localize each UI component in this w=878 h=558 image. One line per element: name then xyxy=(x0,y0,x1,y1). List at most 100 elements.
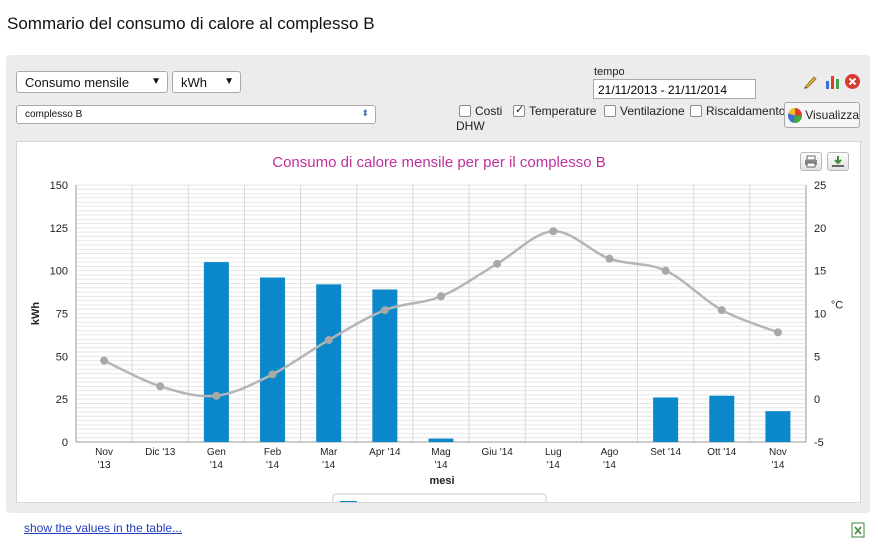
temperature-point xyxy=(324,336,333,345)
y-tick-label: 150 xyxy=(50,180,68,192)
y2-tick-label: -5 xyxy=(814,437,824,449)
x-tick-label: '14 xyxy=(322,460,335,471)
checkbox-label-ventilazione: Ventilazione xyxy=(620,104,685,118)
x-tick-label: Ott '14 xyxy=(707,447,737,458)
y-axis-label: kWh xyxy=(30,302,42,326)
x-tick-label: Dic '13 xyxy=(145,447,176,458)
download-icon xyxy=(832,156,844,167)
close-icon[interactable] xyxy=(844,73,861,90)
temperature-point xyxy=(437,292,445,301)
pie-chart-icon xyxy=(788,107,803,123)
temperature-point xyxy=(605,254,614,263)
checkbox-label-riscaldamento: Riscaldamento xyxy=(706,104,786,118)
temperature-point xyxy=(493,259,502,268)
site-select-value: complesso B xyxy=(25,109,83,120)
chart-bar xyxy=(653,397,679,442)
y2-axis-label: °C xyxy=(831,300,843,312)
temperature-point xyxy=(100,356,109,365)
x-tick-label: Feb xyxy=(264,447,282,458)
visualize-button[interactable]: Visualizza xyxy=(784,102,860,128)
unit-select-value: kWh xyxy=(181,75,207,90)
y-tick-label: 50 xyxy=(56,351,68,363)
checkbox-box[interactable] xyxy=(459,105,471,117)
chart-title: Consumo di calore mensile per per il com… xyxy=(272,154,605,171)
dhw-label: DHW xyxy=(456,119,485,133)
y2-tick-label: 10 xyxy=(814,309,826,321)
temperature-point xyxy=(661,266,670,275)
y-tick-label: 25 xyxy=(56,394,68,406)
x-tick-label: '14 xyxy=(603,460,616,471)
chart-bar xyxy=(428,438,454,442)
temperature-point xyxy=(717,306,726,315)
x-tick-label: '13 xyxy=(98,460,111,471)
chart-container: 0 25 50 75 100 125 150 -5 0 5 10 15 20 25 Nov '13 Dic '1… xyxy=(16,141,861,503)
page-title: Sommario del consumo di calore al comple… xyxy=(7,14,375,33)
excel-icon[interactable] xyxy=(851,522,865,538)
legend-line-marker xyxy=(427,503,434,504)
x-tick-label: Gen xyxy=(207,447,226,458)
temperature-point xyxy=(549,227,558,236)
checkbox-box[interactable] xyxy=(604,105,616,117)
x-tick-label: Mar xyxy=(320,447,338,458)
temperature-point xyxy=(268,370,277,379)
chart-svg: 0 25 50 75 100 125 150 -5 0 5 10 15 20 25 Nov '13 Dic '1… xyxy=(30,154,843,504)
temperature-point xyxy=(212,391,221,400)
visualize-button-label: Visualizza xyxy=(805,108,859,122)
checkbox-box-checked[interactable] xyxy=(513,103,525,117)
y-tick-label: 100 xyxy=(50,266,68,278)
y2-tick-label: 5 xyxy=(814,351,820,363)
period-select-value: Consumo mensile xyxy=(25,75,130,90)
y-tick-label: 75 xyxy=(56,309,68,321)
x-tick-label: Ago xyxy=(601,447,619,458)
x-tick-label: '14 xyxy=(210,460,223,471)
x-tick-label: '14 xyxy=(771,460,784,471)
x-tick-label: Nov xyxy=(769,447,787,458)
checkbox-label-temperature: Temperature xyxy=(529,104,597,118)
bar-chart-icon[interactable] xyxy=(824,73,841,90)
x-tick-label: Giu '14 xyxy=(481,447,513,458)
x-tick-label: Nov xyxy=(95,447,113,458)
temperature-point xyxy=(156,382,165,391)
chart-bar xyxy=(765,411,791,442)
checkbox-box[interactable] xyxy=(690,105,702,117)
y2-tick-label: 25 xyxy=(814,180,826,192)
checkbox-ventilazione[interactable]: Ventilazione xyxy=(604,104,685,118)
chart-bar xyxy=(203,262,229,442)
x-tick-label: Mag xyxy=(431,447,450,458)
print-icon xyxy=(805,155,817,168)
site-select[interactable]: complesso B ⬍ xyxy=(16,105,376,124)
unit-select[interactable]: kWh ▼ xyxy=(172,71,241,93)
chart-bar xyxy=(709,395,735,442)
checkbox-riscaldamento[interactable]: Riscaldamento xyxy=(690,104,785,118)
pencil-brush-icon[interactable] xyxy=(802,73,819,90)
checkbox-temperature[interactable]: Temperature xyxy=(513,103,597,118)
legend-bar-swatch xyxy=(340,501,357,502)
x-tick-label: '14 xyxy=(547,460,560,471)
download-button[interactable] xyxy=(827,152,849,171)
x-tick-label: '14 xyxy=(434,460,447,471)
select-arrow-icon: ▼ xyxy=(151,76,161,87)
y2-tick-label: 20 xyxy=(814,223,826,235)
checkbox-costi[interactable]: Costi xyxy=(459,104,502,118)
x-tick-label: Set '14 xyxy=(650,447,681,458)
temperature-point xyxy=(380,306,389,315)
print-button[interactable] xyxy=(800,152,822,171)
x-tick-label: Apr '14 xyxy=(369,447,401,458)
select-arrow-icon: ▼ xyxy=(224,76,234,87)
chart-bar xyxy=(260,277,286,442)
x-axis-label: mesi xyxy=(429,475,454,487)
legend-box xyxy=(332,493,547,502)
x-tick-label: '14 xyxy=(266,460,279,471)
y2-tick-label: 0 xyxy=(814,394,820,406)
checkbox-label-costi: Costi xyxy=(475,104,503,118)
period-select[interactable]: Consumo mensile ▼ xyxy=(16,71,168,93)
updown-arrow-icon: ⬍ xyxy=(361,108,369,118)
show-table-link[interactable]: show the values in the table... xyxy=(24,521,182,535)
x-tick-label: Lug xyxy=(545,447,562,458)
y-tick-label: 0 xyxy=(62,437,68,449)
y-tick-label: 125 xyxy=(50,223,68,235)
date-range-input[interactable] xyxy=(593,79,756,99)
temperature-point xyxy=(773,328,782,337)
y2-tick-label: 15 xyxy=(814,266,826,278)
tempo-label: tempo xyxy=(594,66,625,78)
